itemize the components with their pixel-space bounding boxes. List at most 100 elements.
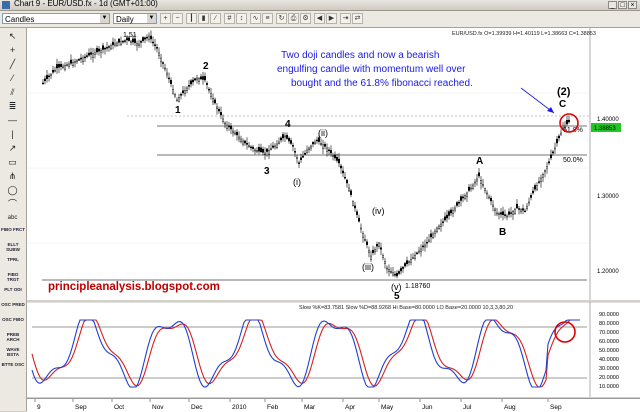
candle-body — [209, 93, 212, 98]
osc-fibo-tool[interactable]: OSC FIBO — [1, 317, 25, 322]
candle-body — [552, 151, 555, 154]
maximize-button[interactable]: □ — [618, 1, 627, 9]
minimize-button[interactable]: _ — [608, 1, 617, 9]
candle-body — [78, 59, 81, 61]
candle-body — [267, 149, 270, 155]
candle-body — [155, 47, 158, 49]
pointer-icon[interactable]: ↖ — [4, 30, 21, 42]
arrow-icon[interactable]: ↗ — [4, 142, 21, 154]
candle-body — [448, 211, 451, 216]
candle-body — [428, 239, 431, 242]
arrow-head-icon — [547, 107, 554, 113]
candle-body — [426, 241, 429, 244]
chart-style-select[interactable]: Candles ▼ — [2, 13, 110, 24]
preb-arch-tool[interactable]: PREB ARCH — [1, 332, 25, 342]
candle-body — [141, 37, 144, 42]
line-chart-icon[interactable]: ∕ — [210, 13, 221, 24]
indicator-icon[interactable]: ∿ — [250, 13, 261, 24]
ohlc-header: EUR/USD.fx O=1.39939 H=1.40119 L=1.38663… — [452, 31, 596, 37]
scale-icon[interactable]: ↕ — [236, 13, 247, 24]
template-icon[interactable]: ≡ — [262, 13, 273, 24]
shift-icon[interactable]: ⇥ — [340, 13, 351, 24]
tprl-tool[interactable]: TPRL — [1, 257, 25, 262]
candle-body — [464, 195, 467, 199]
candle-body — [90, 52, 93, 55]
channel-icon[interactable]: ⫽ — [4, 86, 21, 98]
candle-body — [374, 249, 377, 253]
btte-osc-tool[interactable]: BTTE OSC — [1, 362, 25, 367]
candle-body — [546, 166, 549, 169]
candle-body — [418, 250, 421, 253]
wave-bsta-tool[interactable]: WAVE BSTA — [1, 347, 25, 357]
horizontal-line-icon[interactable]: — — [4, 114, 21, 126]
candle-body — [223, 122, 226, 125]
rectangle-icon[interactable]: ▭ — [4, 156, 21, 168]
candle-body — [298, 162, 301, 164]
properties-icon[interactable]: ⚙ — [300, 13, 311, 24]
candle-body — [454, 207, 457, 211]
candle-body — [542, 174, 545, 178]
candle-body — [350, 190, 353, 195]
candle-body — [229, 125, 232, 130]
candle-body — [410, 259, 413, 263]
refresh-icon[interactable]: ↻ — [276, 13, 287, 24]
candle-body — [308, 147, 311, 151]
fibo-frct-tool[interactable]: FIBO FRCT — [1, 227, 25, 232]
cycle-icon[interactable]: ⌒ — [4, 198, 21, 210]
candle-body — [109, 45, 112, 50]
price-chart-pane[interactable]: 1 2 3 4 5 (i) (ii) (iii) (iv) (v) A B C … — [27, 28, 640, 300]
plt-odi-tool[interactable]: PLT ODI — [1, 287, 25, 292]
crosshair-icon[interactable]: + — [4, 44, 21, 56]
pitchfork-icon[interactable]: ⋔ — [4, 170, 21, 182]
candle-body — [48, 75, 51, 78]
wave-label-3: 3 — [264, 166, 270, 177]
candle-body — [556, 138, 559, 144]
candle-body — [159, 57, 162, 63]
candle-body — [277, 141, 280, 144]
chevron-down-icon: ▼ — [100, 14, 109, 23]
grid-icon[interactable]: # — [224, 13, 235, 24]
text-tool-icon[interactable]: abc — [4, 212, 21, 224]
price-tick-1: 1.40000 — [597, 117, 619, 123]
candle-chart-icon[interactable]: ▮ — [198, 13, 209, 24]
candle-body — [346, 179, 349, 184]
zoom-out-icon[interactable]: − — [172, 13, 183, 24]
ellipse-icon[interactable]: ◯ — [4, 184, 21, 196]
candle-body — [344, 176, 347, 179]
stochastic-pane[interactable]: Slow %K=83.7581 Slow %D=88.9268 Hi Base=… — [27, 302, 640, 397]
candle-body — [502, 211, 505, 216]
print-icon[interactable]: ⎙ — [288, 13, 299, 24]
candle-body — [249, 146, 252, 149]
chevron-down-icon: ▼ — [147, 14, 156, 23]
x-tick-labels: 9 Sep Oct Nov Dec 2010 Feb Mar Apr May Jun Jul Aug Se… — [34, 399, 562, 411]
candle-body — [338, 158, 341, 164]
candle-body — [70, 59, 73, 64]
trend-line-icon[interactable]: ╱ — [4, 58, 21, 70]
vertical-line-icon[interactable]: | — [4, 128, 21, 140]
candle-body — [408, 261, 411, 263]
autoscroll-icon[interactable]: ⇄ — [352, 13, 363, 24]
close-button[interactable]: × — [628, 1, 637, 9]
scroll-right-icon[interactable]: ▶ — [326, 13, 337, 24]
x-tick-label: Mar — [304, 404, 316, 411]
candle-body — [143, 37, 146, 40]
candle-body — [197, 78, 200, 82]
scroll-left-icon[interactable]: ◀ — [314, 13, 325, 24]
zoom-in-icon[interactable]: + — [160, 13, 171, 24]
candle-body — [332, 155, 335, 157]
ray-line-icon[interactable]: ⁄ — [4, 72, 21, 84]
candle-body — [506, 215, 509, 218]
fibonacci-icon[interactable]: ≣ — [4, 100, 21, 112]
fibo-trgt-tool[interactable]: FIBO TRGT — [1, 272, 25, 282]
bar-chart-icon[interactable]: ┃ — [186, 13, 197, 24]
timeframe-select[interactable]: Daily ▼ — [113, 13, 157, 24]
x-tick-label: Sep — [75, 404, 87, 411]
candle-body — [404, 263, 407, 267]
wave-label-4: 4 — [285, 119, 291, 130]
candle-body — [52, 69, 55, 73]
ellt-subw-tool[interactable]: ELLT SUBW — [1, 242, 25, 252]
osc-pred-tool[interactable]: OSC PRED — [1, 302, 25, 307]
candle-body — [68, 63, 71, 67]
x-tick-label: May — [381, 404, 394, 411]
candle-body — [165, 72, 168, 76]
